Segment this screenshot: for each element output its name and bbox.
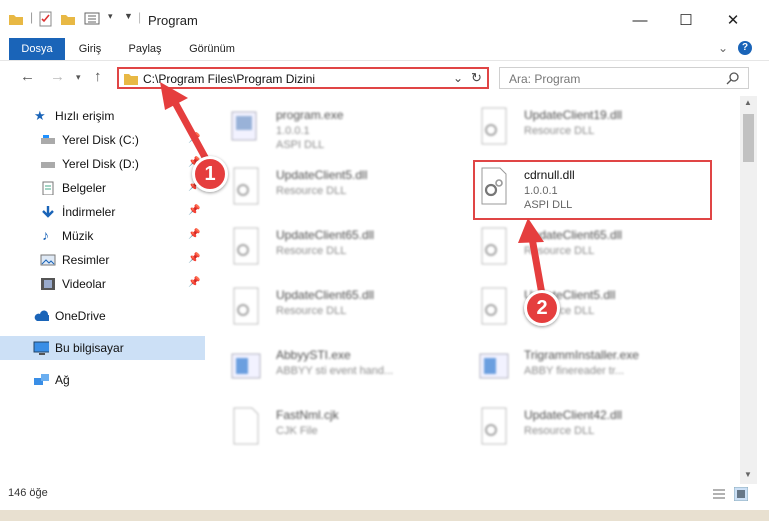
callout-2: 2	[524, 290, 560, 326]
annotation-arrows	[160, 82, 547, 304]
callout-1: 1	[192, 156, 228, 192]
arrow-2	[518, 218, 547, 304]
